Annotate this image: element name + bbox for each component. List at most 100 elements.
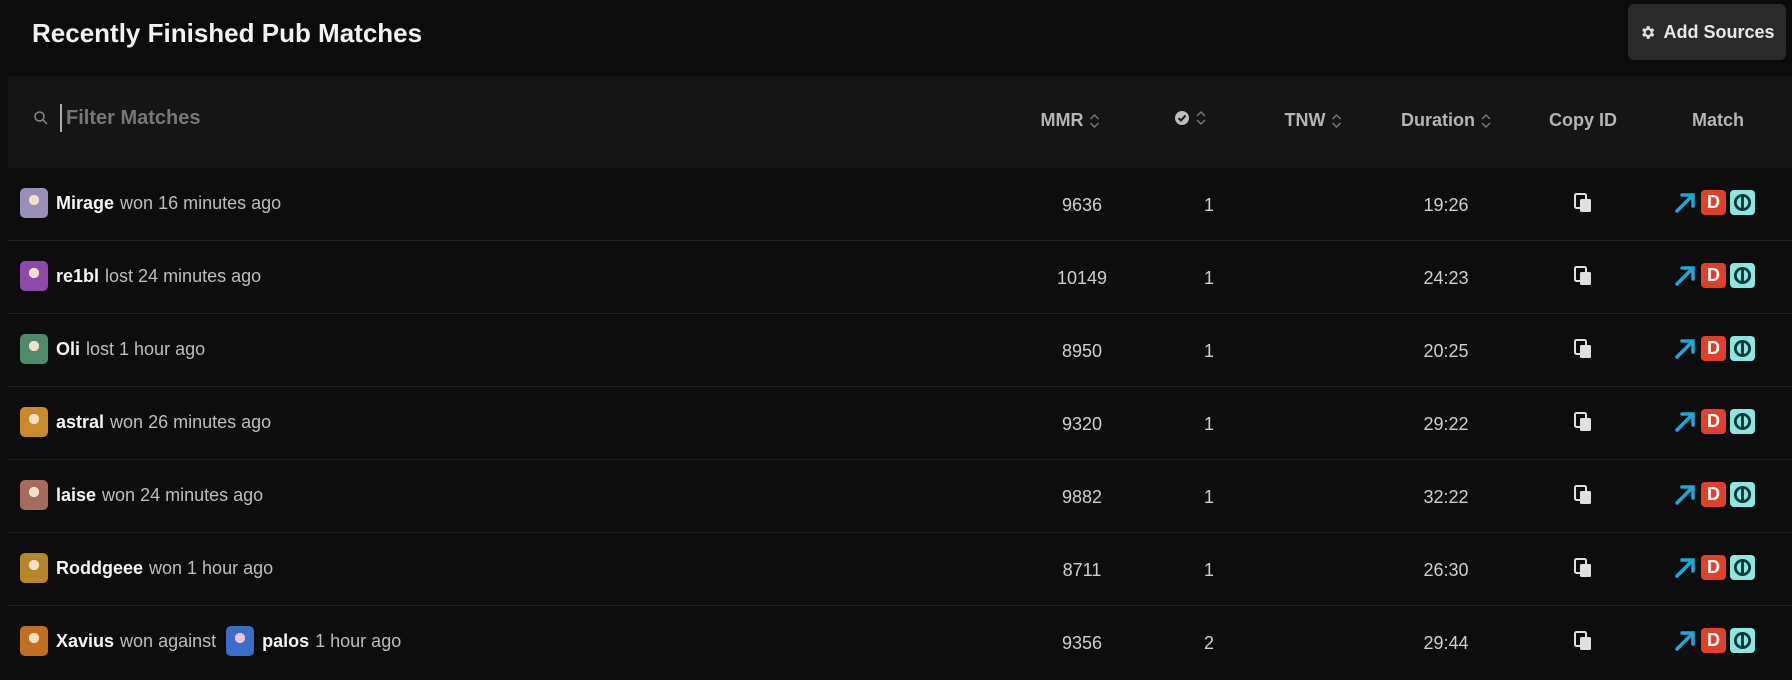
opendota-icon[interactable] <box>1730 262 1755 288</box>
mmr-cell: 8950 <box>1061 341 1103 361</box>
column-duration[interactable]: Duration <box>1401 110 1491 131</box>
table-row[interactable]: Roddgeee won 1 hour ago 8711 1 26:30 D <box>8 532 1792 605</box>
sort-icon <box>1331 113 1342 128</box>
duration-cell: 29:22 <box>1423 414 1469 434</box>
match-links: D <box>1673 189 1755 215</box>
dotabuff-link[interactable]: D <box>1701 335 1726 361</box>
table-header: MMR TNW Duration Copy ID Match <box>8 76 1792 168</box>
player-name[interactable]: Oli <box>56 339 80 360</box>
player-name[interactable]: re1bl <box>56 266 99 287</box>
dotabuff-link[interactable]: D <box>1701 481 1726 507</box>
page-header: Recently Finished Pub Matches Add Source… <box>0 0 1792 76</box>
filter-input[interactable] <box>60 104 668 132</box>
player-cell: Mirage won 16 minutes ago <box>20 188 281 218</box>
opponent-name[interactable]: palos <box>262 631 309 652</box>
opendota-icon[interactable] <box>1730 189 1755 215</box>
external-link-arrow-icon[interactable] <box>1673 262 1697 288</box>
player-name[interactable]: astral <box>56 412 104 433</box>
hero-avatar <box>20 626 48 656</box>
add-sources-label: Add Sources <box>1663 21 1775 42</box>
hero-avatar <box>20 480 48 510</box>
result-text: lost 24 minutes ago <box>105 265 262 286</box>
player-cell: Oli lost 1 hour ago <box>20 334 205 364</box>
column-duration-label: Duration <box>1401 110 1475 130</box>
column-tnw-label: TNW <box>1284 110 1326 130</box>
external-link-arrow-icon[interactable] <box>1673 481 1697 507</box>
column-verified[interactable] <box>1174 110 1206 126</box>
result-text: won 26 minutes ago <box>110 411 272 432</box>
match-links: D <box>1673 627 1755 653</box>
match-links: D <box>1673 554 1755 580</box>
player-cell: Xavius won against palos 1 hour ago <box>20 626 401 656</box>
opendota-logo-icon <box>1733 412 1752 430</box>
copy-icon[interactable] <box>1573 192 1593 214</box>
gear-icon <box>1642 25 1655 39</box>
external-link-arrow-icon[interactable] <box>1673 335 1697 361</box>
player-name[interactable]: Roddgeee <box>56 558 143 579</box>
match-links: D <box>1673 408 1755 434</box>
duration-cell: 19:26 <box>1423 195 1469 215</box>
table-body: Mirage won 16 minutes ago 9636 1 19:26 D… <box>8 168 1792 678</box>
sort-icon <box>1481 113 1491 128</box>
player-name[interactable]: Xavius <box>56 631 114 652</box>
table-row[interactable]: astral won 26 minutes ago 9320 1 29:22 D <box>8 386 1792 459</box>
match-links: D <box>1673 335 1755 361</box>
table-row[interactable]: laise won 24 minutes ago 9882 1 32:22 D <box>8 459 1792 532</box>
opendota-logo-icon <box>1733 266 1752 284</box>
opendota-icon[interactable] <box>1730 408 1755 434</box>
table-row[interactable]: Xavius won against palos 1 hour ago 9356… <box>8 605 1792 678</box>
column-tnw[interactable]: TNW <box>1285 110 1342 131</box>
dotabuff-link[interactable]: D <box>1701 554 1726 580</box>
search-icon <box>34 111 48 125</box>
player-cell: re1bl lost 24 minutes ago <box>20 261 261 291</box>
table-row[interactable]: re1bl lost 24 minutes ago 10149 1 24:23 … <box>8 240 1792 313</box>
dotabuff-link[interactable]: D <box>1701 408 1726 434</box>
column-copy-id-label: Copy ID <box>1548 110 1618 130</box>
opendota-logo-icon <box>1733 558 1752 576</box>
table-row[interactable]: Oli lost 1 hour ago 8950 1 20:25 D <box>8 313 1792 386</box>
result-text: won 1 hour ago <box>149 557 274 578</box>
dotabuff-link[interactable]: D <box>1701 189 1726 215</box>
copy-icon[interactable] <box>1573 411 1593 433</box>
copy-icon[interactable] <box>1573 338 1593 360</box>
check-circle-icon <box>1175 111 1189 125</box>
external-link-arrow-icon[interactable] <box>1673 554 1697 580</box>
copy-icon[interactable] <box>1573 265 1593 287</box>
duration-cell: 24:23 <box>1423 268 1469 288</box>
dotabuff-link[interactable]: D <box>1701 262 1726 288</box>
mmr-cell: 9320 <box>1061 414 1103 434</box>
table-row[interactable]: Mirage won 16 minutes ago 9636 1 19:26 D <box>8 168 1792 240</box>
opendota-icon[interactable] <box>1730 335 1755 361</box>
column-mmr-label: MMR <box>1040 110 1084 130</box>
copy-icon[interactable] <box>1573 630 1593 652</box>
mmr-cell: 9356 <box>1061 633 1103 653</box>
player-name[interactable]: laise <box>56 485 96 506</box>
hero-avatar <box>20 334 48 364</box>
duration-cell: 20:25 <box>1423 341 1469 361</box>
mmr-cell: 8711 <box>1062 560 1102 580</box>
opendota-icon[interactable] <box>1730 627 1755 653</box>
opendota-icon[interactable] <box>1730 481 1755 507</box>
copy-icon[interactable] <box>1573 484 1593 506</box>
duration-cell: 29:44 <box>1423 633 1469 653</box>
match-links: D <box>1673 262 1755 288</box>
player-name[interactable]: Mirage <box>56 193 114 214</box>
opendota-icon[interactable] <box>1730 554 1755 580</box>
count-cell: 1 <box>1203 195 1215 215</box>
player-cell: Roddgeee won 1 hour ago <box>20 553 273 583</box>
dotabuff-link[interactable]: D <box>1701 627 1726 653</box>
count-cell: 1 <box>1203 414 1215 434</box>
count-cell: 2 <box>1203 633 1215 653</box>
duration-cell: 32:22 <box>1423 487 1469 507</box>
copy-icon[interactable] <box>1573 557 1593 579</box>
column-mmr[interactable]: MMR <box>1041 110 1100 131</box>
result-text: won against <box>120 630 217 651</box>
external-link-arrow-icon[interactable] <box>1673 189 1697 215</box>
add-sources-button[interactable]: Add Sources <box>1628 4 1786 60</box>
external-link-arrow-icon[interactable] <box>1673 408 1697 434</box>
opendota-logo-icon <box>1733 193 1752 211</box>
opendota-logo-icon <box>1733 485 1752 503</box>
external-link-arrow-icon[interactable] <box>1673 627 1697 653</box>
page-title: Recently Finished Pub Matches <box>32 18 423 48</box>
column-match: Match <box>1692 110 1744 131</box>
